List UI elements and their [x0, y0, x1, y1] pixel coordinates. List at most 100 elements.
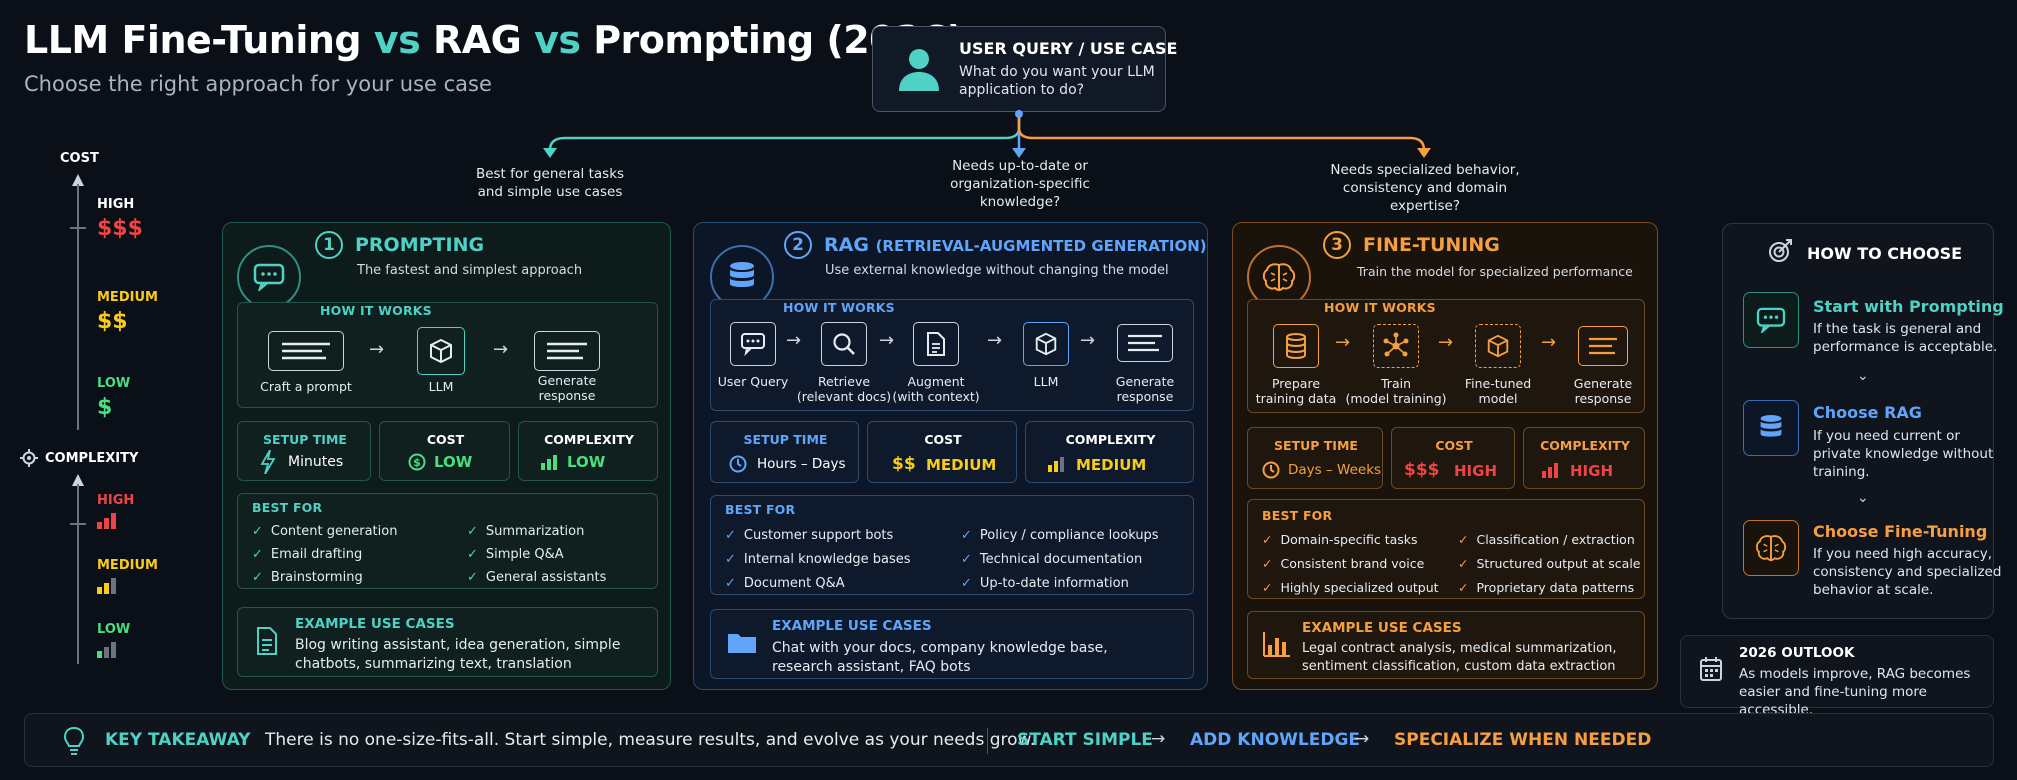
rag-examples-label: EXAMPLE USE CASES: [772, 618, 932, 634]
medium-bars-icon: [1048, 457, 1064, 472]
finetune-best-item: ✓ Classification / extraction: [1458, 532, 1635, 547]
complexity-medium-label: MEDIUM: [97, 558, 158, 573]
finetune-best-item: ✓ Structured output at scale: [1458, 556, 1641, 571]
rag-complexity-head: COMPLEXITY: [1065, 432, 1156, 447]
finetune-examples-text: Legal contract analysis, medical summari…: [1302, 641, 1617, 674]
rag-number-badge: 2: [784, 231, 812, 259]
finetune-arrow-2: →: [1438, 332, 1454, 353]
prompting-step-craft: Craft a prompt: [260, 379, 352, 394]
rag-best-item: ✓ Policy / compliance lookups: [961, 528, 1159, 543]
finetune-best-label: BEST FOR: [1262, 508, 1333, 523]
how-to-choose-panel: HOW TO CHOOSE Start with Prompting If th…: [1722, 223, 2004, 619]
outlook-box: 2026 OUTLOOK As models improve, RAG beco…: [1680, 635, 1994, 718]
rag-arrow-1: →: [786, 330, 802, 351]
takeaway-step-specialize: SPECIALIZE WHEN NEEDED: [1394, 730, 1652, 750]
llm-cube-icon: [417, 327, 465, 375]
dollar-circle-icon: $: [408, 453, 426, 471]
prompting-examples: EXAMPLE USE CASES Blog writing assistant…: [237, 607, 658, 677]
rag-complexity-value: MEDIUM: [1076, 456, 1147, 474]
takeaway-step-knowledge: ADD KNOWLEDGE: [1190, 730, 1361, 750]
lightning-icon: [260, 450, 276, 474]
cost-medium-symbol: $$: [97, 309, 128, 334]
chat-icon: [730, 322, 776, 366]
complexity-high-bars-icon: [97, 513, 116, 529]
how-to-choose-title: HOW TO CHOOSE: [1807, 244, 1963, 263]
rag-how-it-works: HOW IT WORKS → → → → User Query Retrieve…: [710, 299, 1194, 411]
key-takeaway-bar: KEY TAKEAWAY There is no one-size-fits-a…: [24, 713, 1994, 767]
finetune-cost-value: HIGH: [1454, 462, 1498, 480]
svg-text:$: $: [413, 456, 421, 469]
prompting-complexity-head: COMPLEXITY: [544, 432, 634, 447]
prompting-setup-time: SETUP TIME Minutes: [237, 421, 371, 481]
database-icon: [1273, 324, 1319, 368]
complexity-high-label: HIGH: [97, 493, 135, 508]
prompting-title: PROMPTING: [355, 234, 485, 256]
rag-best-item: ✓ Customer support bots: [725, 528, 894, 543]
choose-finetune-text: If you need high accuracy, consistency a…: [1813, 546, 2002, 598]
finetune-best-item: ✓ Proprietary data patterns: [1458, 580, 1635, 595]
lightbulb-icon: [63, 726, 85, 755]
finetune-setup-value: Days – Weeks: [1288, 462, 1382, 478]
finetune-cost: COST $$$ HIGH: [1391, 427, 1515, 489]
finetune-subtitle: Train the model for specialized performa…: [1357, 264, 1633, 279]
finetune-step-prepare: Prepare training data: [1255, 376, 1337, 406]
rag-title: RAG (RETRIEVAL-AUGMENTED GENERATION): [824, 234, 1207, 256]
finetune-complexity: COMPLEXITY HIGH: [1523, 427, 1645, 489]
branch-label-rag: Needs up-to-date or organization-specific…: [950, 158, 1090, 210]
finetune-how-label: HOW IT WORKS: [1324, 300, 1436, 315]
prompting-how-label: HOW IT WORKS: [320, 303, 432, 318]
chat-bubble-icon: [237, 245, 301, 309]
prompting-complexity-value: LOW: [567, 453, 606, 471]
rag-step-llm: LLM: [1033, 374, 1059, 389]
prompting-subtitle: The fastest and simplest approach: [357, 263, 583, 278]
finetune-step-model: Fine-tuned model: [1464, 376, 1532, 406]
high-bars-icon: [1542, 463, 1558, 478]
prompting-best-item: ✓ Summarization: [467, 524, 585, 539]
finetune-best-for: BEST FOR ✓ Domain-specific tasks ✓ Consist…: [1247, 499, 1645, 599]
finetune-complexity-head: COMPLEXITY: [1540, 438, 1630, 453]
low-bars-icon: [541, 455, 557, 470]
finetune-title: FINE-TUNING: [1363, 234, 1500, 256]
prompting-best-for: BEST FOR ✓ Content generation ✓ Email draf…: [237, 493, 658, 589]
prompting-panel: 1 PROMPTING The fastest and simplest app…: [222, 222, 671, 690]
prompting-complexity: COMPLEXITY LOW: [518, 421, 658, 481]
rag-best-item: ✓ Technical documentation: [961, 552, 1143, 567]
gear-icon: [20, 449, 38, 467]
prompting-setup-head: SETUP TIME: [263, 432, 347, 447]
network-icon: [1373, 324, 1419, 368]
llm-cube-icon: [1023, 322, 1069, 366]
rag-subtitle: Use external knowledge without changing …: [825, 263, 1169, 278]
prompting-cost-value: LOW: [434, 453, 473, 471]
finetune-cost-head: COST: [1435, 438, 1473, 453]
finetune-examples: EXAMPLE USE CASES Legal contract analysi…: [1247, 611, 1645, 679]
clock-icon: [729, 455, 747, 473]
takeaway-arrow-2: →: [1355, 729, 1370, 749]
rag-step-augment: Augment (with context): [892, 374, 980, 404]
magnifier-icon: [821, 322, 867, 366]
target-icon: [1769, 239, 1792, 262]
finetune-examples-label: EXAMPLE USE CASES: [1302, 620, 1462, 636]
choose-rag-text: If you need current or private knowledge…: [1813, 428, 1994, 480]
rag-best-item: ✓ Internal knowledge bases: [725, 552, 911, 567]
choose-prompting-title: Start with Prompting: [1813, 297, 2004, 316]
brain-icon: [1743, 520, 1799, 576]
rag-arrow-3: →: [987, 330, 1003, 351]
prompting-setup-value: Minutes: [288, 454, 344, 470]
flow-connectors: [543, 110, 1431, 158]
prompting-best-item: ✓ General assistants: [467, 570, 607, 585]
prompting-step-generate: Generate response: [537, 373, 597, 403]
document-icon: [257, 627, 277, 655]
prompting-best-item: ✓ Email drafting: [252, 547, 363, 562]
outlook-text: As models improve, RAG becomes easier an…: [1739, 666, 1971, 718]
finetune-cost-symbol: $$$: [1404, 460, 1440, 480]
cost-axis-line: [70, 174, 86, 430]
rag-cost-value: MEDIUM: [926, 456, 997, 474]
rag-complexity: COMPLEXITY MEDIUM: [1025, 421, 1194, 483]
chat-bubble-icon: [1743, 292, 1799, 348]
prompting-how-it-works: HOW IT WORKS → → Craft a prompt LLM Gene…: [237, 302, 658, 408]
finetune-panel: 3 FINE-TUNING Train the model for specia…: [1232, 222, 1658, 690]
chevron-down-icon: ⌄: [1857, 490, 1869, 506]
bar-chart-icon: [1263, 632, 1290, 657]
rag-setup-value: Hours – Days: [757, 456, 846, 472]
complexity-low-label: LOW: [97, 622, 131, 637]
